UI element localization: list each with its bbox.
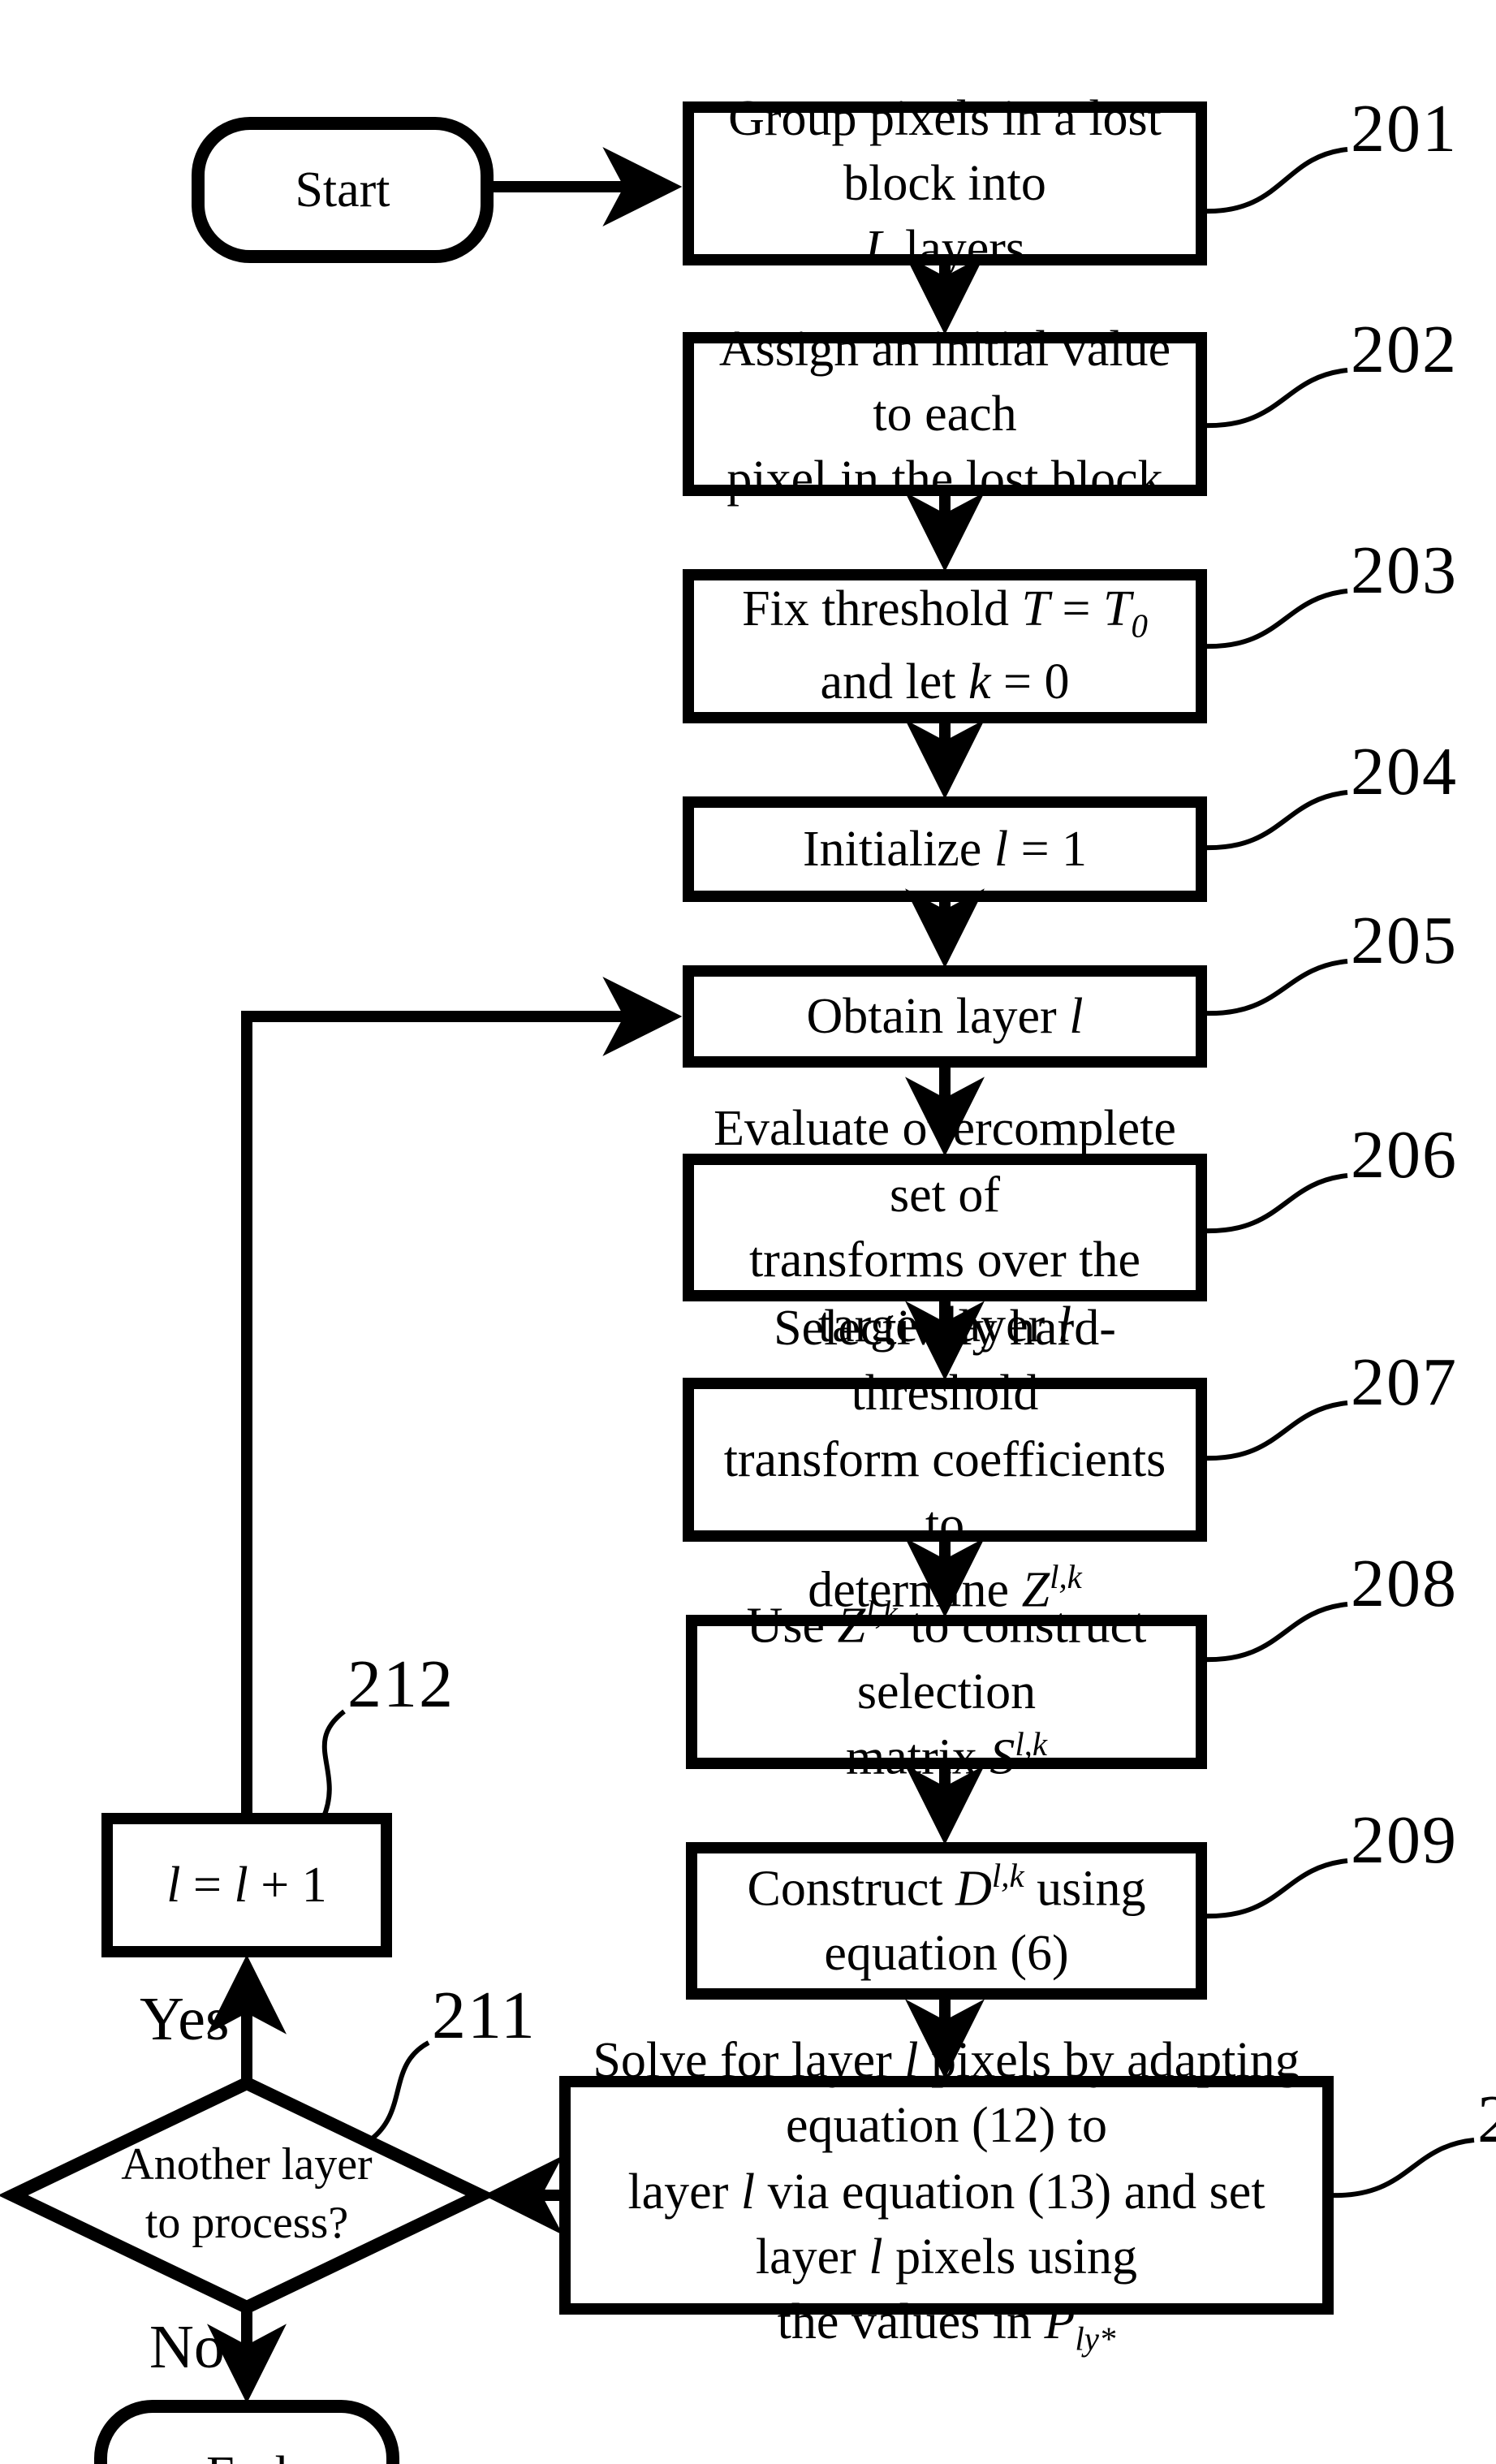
n207-Z: Z bbox=[1021, 1561, 1050, 1619]
n212-l-right: l bbox=[234, 1855, 248, 1913]
n210-line2b: via equation (13) and set layer bbox=[755, 2162, 1265, 2285]
node-start-label: Start bbox=[198, 123, 487, 257]
n210-l2-l1: l bbox=[740, 2162, 756, 2220]
n211-line2: to process? bbox=[144, 2199, 349, 2249]
node-212-label: l = l + 1 bbox=[107, 1819, 386, 1952]
n202-line2: pixel in the lost block bbox=[726, 450, 1163, 507]
ref-211: 211 bbox=[432, 1979, 537, 2054]
node-206-label: Evaluate overcomplete set of transforms … bbox=[688, 1100, 1201, 1353]
n203-k: k bbox=[968, 653, 991, 710]
ref-212: 212 bbox=[347, 1648, 455, 1723]
n203-eq1: = bbox=[1050, 580, 1103, 637]
n212-l-left: l bbox=[166, 1855, 181, 1913]
node-208-label: Use Zl,k to construct selection matrix S… bbox=[692, 1596, 1201, 1785]
n212-eq: = bbox=[180, 1855, 235, 1913]
node-207-label: Selectively hard-threshold transform coe… bbox=[688, 1299, 1201, 1618]
node-209-label: Construct Dl,k using equation (6) bbox=[692, 1848, 1201, 1994]
n210-P-sub: ly* bbox=[1075, 2322, 1116, 2358]
edge-label-no: No bbox=[149, 2314, 225, 2382]
n204-eq: = 1 bbox=[1008, 819, 1088, 877]
n208-prefix: Use bbox=[746, 1597, 838, 1655]
n208-Z: Z bbox=[837, 1597, 866, 1655]
n209-prefix: Construct bbox=[747, 1858, 956, 1916]
ref-205: 205 bbox=[1351, 904, 1458, 979]
ref-204: 204 bbox=[1351, 736, 1458, 810]
n202-line1: Assign an initial value to each bbox=[718, 319, 1171, 442]
ref-207: 207 bbox=[1351, 1346, 1458, 1421]
n208-S: S bbox=[989, 1728, 1015, 1785]
n210-line2a: layer bbox=[627, 2162, 741, 2220]
node-210-label: Solve for layer l pixels by adapting equ… bbox=[565, 2031, 1328, 2358]
n206-line2: transforms over the target layer bbox=[748, 1231, 1141, 1353]
n207-line2: transform coefficients to bbox=[723, 1430, 1166, 1552]
n201-italic-L: L bbox=[864, 219, 893, 277]
ref-203: 203 bbox=[1351, 534, 1458, 609]
n206-l: l bbox=[1057, 1296, 1072, 1353]
n207-line3: determine bbox=[808, 1561, 1022, 1619]
n203-prefix: Fix threshold bbox=[742, 580, 1022, 637]
n208-line2: matrix bbox=[845, 1728, 990, 1785]
n212-plus1: + 1 bbox=[248, 1855, 327, 1913]
n210-line3a: the values in bbox=[777, 2293, 1045, 2350]
node-211-label: Another layer to process? bbox=[62, 2098, 432, 2293]
ref-202: 202 bbox=[1351, 313, 1458, 388]
ref-210: 210 bbox=[1477, 2082, 1496, 2160]
n209-D-sup: l,k bbox=[991, 1858, 1024, 1895]
n209-D: D bbox=[955, 1858, 992, 1916]
n206-line1: Evaluate overcomplete set of bbox=[714, 1099, 1176, 1223]
n210-line1b: pixels by adapting equation (12) to bbox=[785, 2031, 1300, 2154]
start-text: Start bbox=[295, 160, 390, 218]
n210-P: P bbox=[1044, 2293, 1076, 2350]
n207-Z-sup: l,k bbox=[1050, 1560, 1082, 1597]
n204-l: l bbox=[994, 819, 1009, 877]
node-202-label: Assign an initial value to each pixel in… bbox=[688, 319, 1201, 507]
ref-206: 206 bbox=[1351, 1119, 1458, 1193]
n201-line1: Group pixels in a lost block into bbox=[728, 88, 1162, 211]
ref-201: 201 bbox=[1351, 93, 1458, 167]
n210-line2c: pixels using bbox=[882, 2227, 1138, 2285]
node-203-label: Fix threshold T = T0 and let k = 0 bbox=[688, 575, 1201, 718]
n203-T0-sub: 0 bbox=[1131, 610, 1148, 646]
n209-suffix: using equation (6) bbox=[824, 1858, 1146, 1982]
n203-eq2: = 0 bbox=[990, 653, 1070, 710]
n207-line1: Selectively hard-threshold bbox=[774, 1299, 1116, 1422]
n210-l2-l2: l bbox=[869, 2227, 883, 2285]
n210-line1a: Solve for layer bbox=[593, 2031, 905, 2089]
node-204-label: Initialize l = 1 bbox=[688, 802, 1201, 896]
n203-mid: and let bbox=[820, 653, 968, 710]
n208-line1-rest: to construct selection bbox=[856, 1597, 1147, 1720]
n203-T0: T bbox=[1103, 580, 1132, 637]
ref-209: 209 bbox=[1351, 1804, 1458, 1879]
node-205-label: Obtain layer l bbox=[688, 971, 1201, 1062]
node-end-label: End bbox=[101, 2406, 393, 2464]
end-text: End bbox=[206, 2442, 287, 2464]
n208-Z-sup: l,k bbox=[865, 1596, 898, 1633]
n211-line1: Another layer bbox=[121, 2139, 373, 2190]
edge-label-yes: Yes bbox=[140, 1986, 230, 2054]
n210-l1-l: l bbox=[904, 2031, 919, 2089]
n208-S-sup: l,k bbox=[1015, 1728, 1048, 1764]
flowchart-page: Start Group pixels in a lost block into … bbox=[0, 0, 1496, 2464]
ref-208: 208 bbox=[1351, 1547, 1458, 1622]
n204-prefix: Initialize bbox=[802, 819, 994, 877]
n201-line2-rest: layers bbox=[892, 219, 1026, 277]
node-201-label: Group pixels in a lost block into L laye… bbox=[688, 88, 1201, 276]
n203-T: T bbox=[1021, 580, 1050, 637]
n205-l: l bbox=[1069, 986, 1084, 1044]
n205-prefix: Obtain layer bbox=[806, 986, 1070, 1044]
